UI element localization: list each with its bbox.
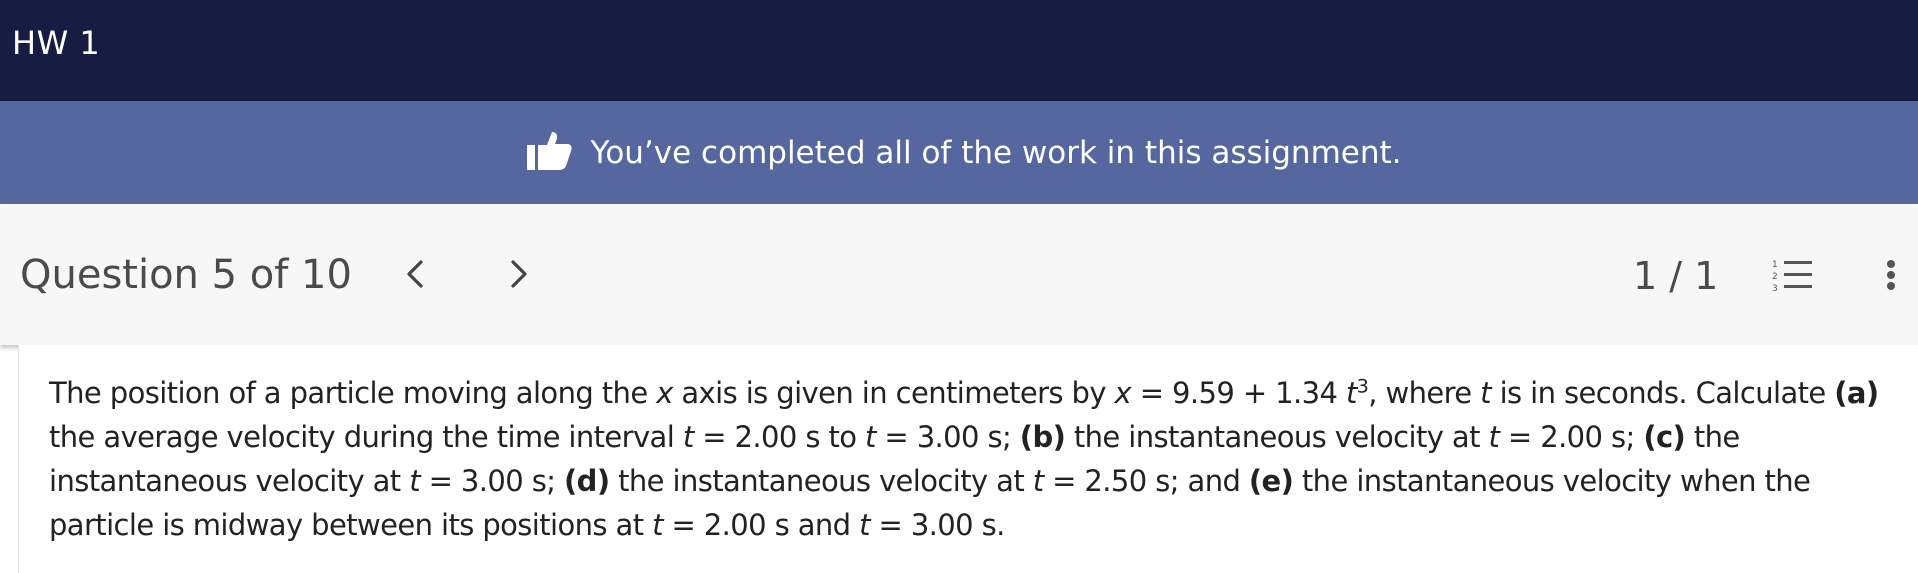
numbered-list-icon: 1 2 3: [1772, 260, 1812, 294]
question-score: 1 / 1: [1633, 254, 1719, 298]
svg-text:3: 3: [1772, 284, 1778, 292]
question-counter: Question 5 of 10: [20, 252, 352, 298]
top-header: HW 1: [0, 0, 1918, 101]
completion-message: You’ve completed all of the work in this…: [590, 134, 1402, 171]
assignment-title: HW 1: [12, 24, 101, 62]
svg-text:2: 2: [1772, 272, 1778, 282]
next-question-button[interactable]: [501, 254, 537, 294]
question-navigation-bar: Question 5 of 10 1 / 1 1 2 3: [0, 204, 1918, 345]
svg-text:1: 1: [1772, 260, 1778, 270]
more-vertical-icon: [1887, 260, 1895, 268]
chevron-right-icon: [511, 260, 527, 288]
thumbs-up-icon: [517, 130, 591, 175]
question-list-button[interactable]: 1 2 3: [1770, 258, 1814, 294]
previous-question-button[interactable]: [397, 254, 433, 294]
completion-banner: You’ve completed all of the work in this…: [0, 101, 1918, 204]
more-options-button[interactable]: [1878, 254, 1904, 296]
question-content: The position of a particle moving along …: [18, 345, 1918, 573]
chevron-left-icon: [407, 260, 423, 288]
question-text: The position of a particle moving along …: [49, 375, 1879, 542]
